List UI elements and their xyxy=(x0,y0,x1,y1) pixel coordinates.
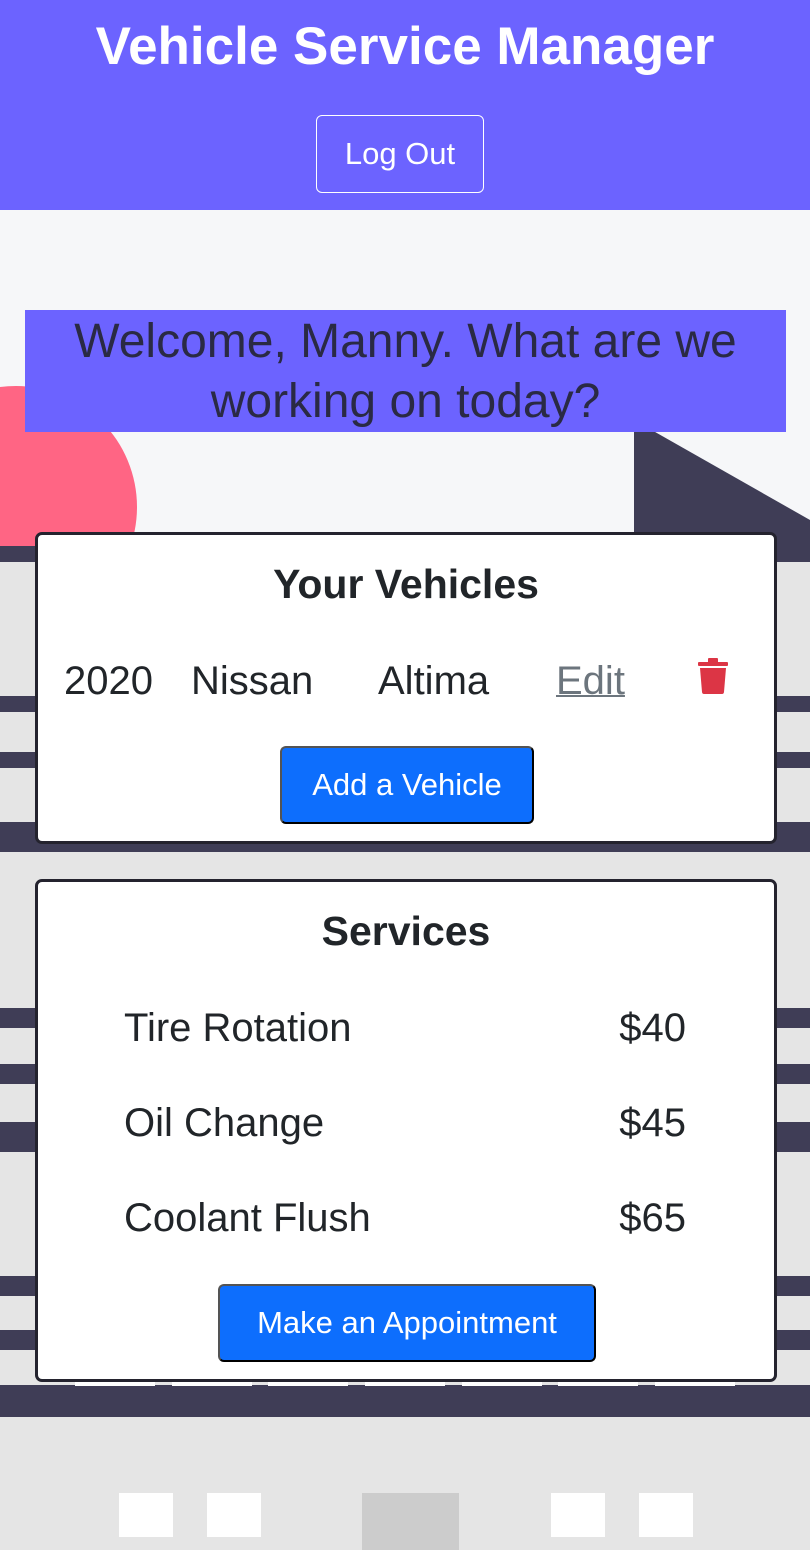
service-name: Tire Rotation xyxy=(124,1006,352,1050)
service-price: $65 xyxy=(619,1196,686,1240)
welcome-line-2: working on today? xyxy=(210,375,601,428)
vehicle-make: Nissan xyxy=(191,659,314,703)
app-title: Vehicle Service Manager xyxy=(95,17,715,76)
vehicle-row: 2020 Nissan Altima Edit xyxy=(38,655,774,715)
vehicle-year: 2020 xyxy=(64,659,153,703)
service-price: $40 xyxy=(619,1006,686,1050)
vehicle-model: Altima xyxy=(378,659,490,703)
decorative-window xyxy=(551,1493,605,1537)
decorative-road xyxy=(0,1385,810,1417)
welcome-line-1: Welcome, Manny. What are we xyxy=(74,315,737,368)
services-title: Services xyxy=(321,908,491,954)
make-appointment-button[interactable]: Make an Appointment xyxy=(218,1284,596,1362)
decorative-window xyxy=(119,1493,173,1537)
service-name: Oil Change xyxy=(124,1101,325,1145)
welcome-banner: Welcome, Manny. What are we working on t… xyxy=(25,310,786,432)
service-row: Tire Rotation $40 xyxy=(124,1006,686,1062)
service-row: Oil Change $45 xyxy=(124,1101,686,1157)
service-name: Coolant Flush xyxy=(124,1196,371,1240)
vehicles-title: Your Vehicles xyxy=(273,561,539,607)
services-card: Services Tire Rotation $40 Oil Change $4… xyxy=(35,879,777,1382)
decorative-window xyxy=(207,1493,261,1537)
trash-icon[interactable] xyxy=(698,658,728,694)
edit-vehicle-link[interactable]: Edit xyxy=(556,659,625,704)
add-vehicle-button[interactable]: Add a Vehicle xyxy=(280,746,534,824)
app-header: Vehicle Service Manager Log Out xyxy=(0,0,810,210)
vehicles-card: Your Vehicles 2020 Nissan Altima Edit Ad… xyxy=(35,532,777,844)
decorative-door xyxy=(362,1493,459,1550)
service-row: Coolant Flush $65 xyxy=(124,1196,686,1252)
service-price: $45 xyxy=(619,1101,686,1145)
decorative-window xyxy=(639,1493,693,1537)
logout-button[interactable]: Log Out xyxy=(316,115,484,193)
